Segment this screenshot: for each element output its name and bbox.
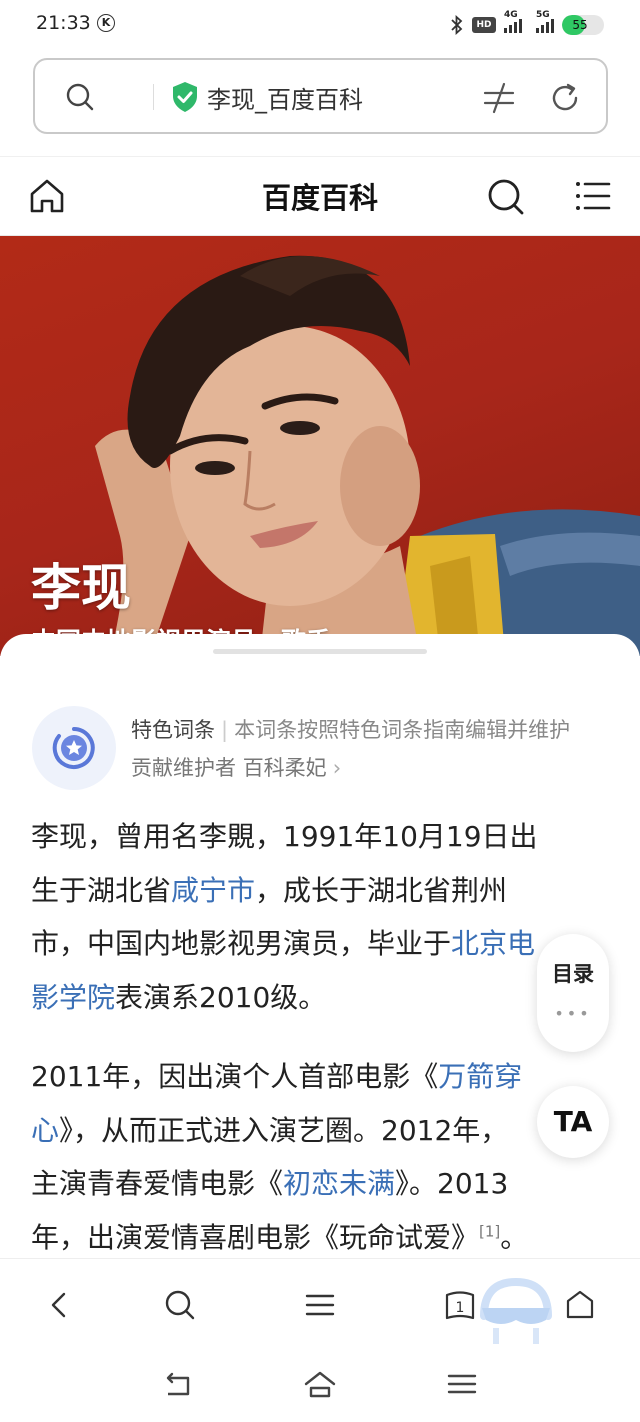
site-search-icon[interactable]	[486, 177, 526, 217]
system-back-icon[interactable]	[160, 1368, 196, 1400]
link-wanjianchuanxin-cont[interactable]: 心	[31, 1114, 59, 1147]
career-paragraph: 2011年，因出演个人首部电影《万箭穿 心》，从而正式进入演艺圈。2012年， …	[31, 1050, 611, 1260]
intro-line: 市，中国内地影视男演员，毕业于北京电	[31, 927, 536, 960]
hero-name: 李现	[31, 559, 131, 617]
link-bfa[interactable]: 北京电	[451, 927, 535, 960]
site-title[interactable]: 百度百科	[0, 175, 640, 217]
career-line: 2011年，因出演个人首部电影《万箭穿	[31, 1060, 523, 1093]
featured-label: 特色词条	[131, 718, 215, 742]
toc-label: 目录	[552, 962, 594, 986]
more-dots-icon: •••	[554, 1004, 592, 1023]
toolbar-search-icon[interactable]	[162, 1287, 198, 1323]
battery-icon: 55	[562, 15, 604, 35]
link-wanjianchuanxin[interactable]: 万箭穿	[438, 1060, 522, 1093]
back-icon[interactable]	[42, 1287, 78, 1323]
featured-line: 特色词条 | 本词条按照特色词条指南编辑并维护	[131, 714, 570, 744]
toc-button[interactable]: 目录 •••	[537, 934, 609, 1052]
search-icon[interactable]	[65, 82, 95, 112]
link-xianning[interactable]: 咸宁市	[171, 874, 255, 907]
tabs-count: 1	[456, 1300, 465, 1316]
hd-icon: HD	[472, 17, 496, 33]
citation-1[interactable]: [1]	[479, 1222, 500, 1240]
hero-banner: 李现 中国内地影视男演员、歌手	[0, 236, 640, 656]
contributor-name[interactable]: 百科柔妃	[243, 756, 327, 780]
sheet-drag-handle[interactable]	[213, 649, 427, 654]
contributor-line[interactable]: 贡献维护者 百科柔妃 ›	[131, 752, 341, 782]
secure-shield-icon	[173, 82, 197, 112]
intro-paragraph: 李现，曾用名李覞，1991年10月19日出 生于湖北省咸宁市，成长于湖北省荆州 …	[31, 810, 611, 1024]
status-bar: 21:33 K HD 4G 5G 55	[0, 0, 640, 50]
address-divider	[153, 84, 154, 110]
featured-badge	[32, 706, 116, 790]
chevron-right-icon: ›	[332, 756, 342, 780]
reader-mode-icon[interactable]	[481, 80, 517, 116]
contributor-prefix: 贡献维护者	[131, 756, 236, 780]
link-chulianweiman[interactable]: 初恋未满	[283, 1167, 395, 1200]
site-header: 百度百科	[0, 156, 640, 236]
featured-description: 本词条按照特色词条指南编辑并维护	[234, 718, 571, 742]
address-bar[interactable]: 李现_百度百科	[33, 58, 608, 134]
status-indicators: HD 4G 5G 55	[450, 10, 604, 38]
featured-separator: |	[221, 718, 229, 742]
career-line: 心》，从而正式进入演艺圈。2012年，	[31, 1113, 509, 1147]
career-line: 主演青春爱情电影《初恋未满》。2013	[31, 1167, 509, 1200]
system-recents-icon[interactable]	[444, 1368, 480, 1400]
assistant-mascot-icon[interactable]	[476, 1276, 556, 1346]
signal-5g-icon: 5G	[536, 10, 554, 33]
signal-4g-icon: 4G	[504, 10, 522, 33]
featured-entry-card[interactable]: 特色词条 | 本词条按照特色词条指南编辑并维护 贡献维护者 百科柔妃 ›	[32, 704, 622, 794]
toolbar-home-icon[interactable]	[562, 1287, 598, 1323]
browser-address-area: 李现_百度百科	[0, 50, 640, 154]
ta-button[interactable]: TA	[537, 1086, 609, 1158]
bluetooth-icon	[451, 15, 463, 35]
link-bfa-cont[interactable]: 影学院	[31, 981, 115, 1014]
battery-level: 55	[572, 18, 588, 32]
system-navigation-bar	[0, 1350, 640, 1422]
career-line: 年，出演爱情喜剧电影《玩命试爱》[1]。	[31, 1220, 529, 1254]
toolbar-menu-icon[interactable]	[302, 1287, 338, 1323]
system-home-icon[interactable]	[302, 1368, 338, 1400]
intro-line: 生于湖北省咸宁市，成长于湖北省荆州	[31, 873, 508, 907]
featured-star-icon	[52, 727, 95, 769]
menu-icon[interactable]	[574, 177, 612, 215]
refresh-icon[interactable]	[547, 80, 583, 116]
address-url-title[interactable]: 李现_百度百科	[207, 80, 363, 115]
intro-line: 李现，曾用名李覞，1991年10月19日出	[31, 820, 538, 853]
status-time: 21:33	[36, 12, 91, 34]
tabs-icon[interactable]: 1	[442, 1287, 478, 1323]
intro-line: 影学院表演系2010级。	[31, 980, 327, 1014]
k-badge-icon: K	[97, 14, 115, 32]
